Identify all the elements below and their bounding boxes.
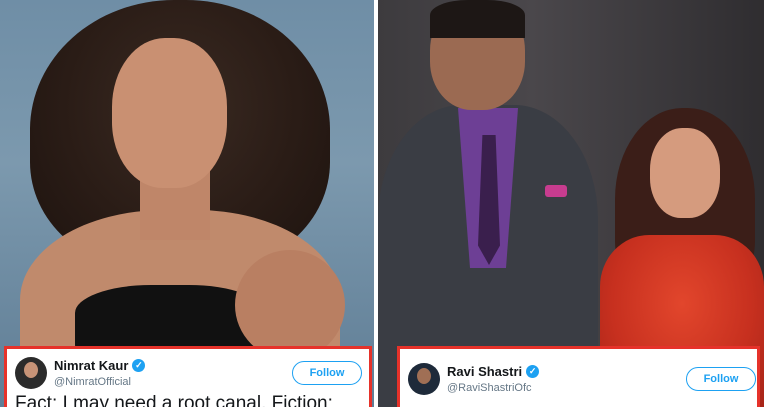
author-name-text: Ravi Shastri <box>447 364 523 379</box>
author-name-text: Nimrat Kaur <box>54 358 129 373</box>
photo-man-hair <box>430 0 525 38</box>
tweet-author-name[interactable]: Ravi Shastri ✓ <box>447 364 540 379</box>
follow-button[interactable]: Follow <box>292 361 362 385</box>
photo-face <box>112 38 227 188</box>
tweet-author-handle[interactable]: @RaviShastriOfc <box>447 382 532 394</box>
tweet-text: Fact: I may need a root canal. Fiction: <box>15 393 333 407</box>
follow-button[interactable]: Follow <box>686 367 756 391</box>
verified-checkmark-icon: ✓ <box>132 359 146 372</box>
photo-arm <box>235 250 345 360</box>
tweet-author-handle[interactable]: @NimratOfficial <box>54 376 131 388</box>
verified-checkmark-icon: ✓ <box>526 365 540 378</box>
avatar-face <box>417 368 431 384</box>
tweet-card-right: Ravi Shastri ✓ @RaviShastriOfc Follow <box>397 346 760 407</box>
tweet-author-name[interactable]: Nimrat Kaur ✓ <box>54 358 146 373</box>
avatar[interactable] <box>15 357 47 389</box>
tweet-card-left: Nimrat Kaur ✓ @NimratOfficial Follow Fac… <box>4 346 372 407</box>
photo-pocket-square <box>545 185 567 197</box>
photo-woman-face <box>650 128 720 218</box>
avatar-face <box>24 362 38 378</box>
avatar[interactable] <box>408 363 440 395</box>
